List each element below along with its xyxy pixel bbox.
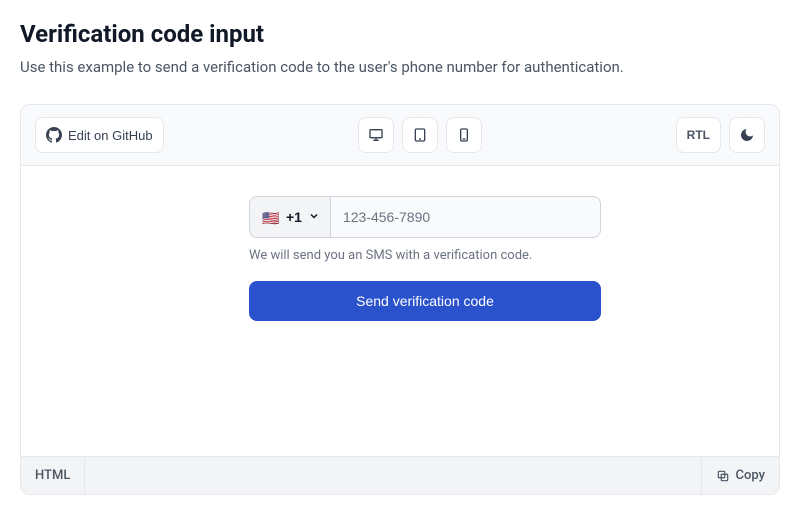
dark-mode-toggle-button[interactable]: [729, 117, 765, 153]
tablet-viewport-button[interactable]: [402, 117, 438, 153]
copy-icon: [716, 469, 730, 483]
card-footer: HTML Copy: [21, 456, 779, 494]
rtl-toggle-button[interactable]: RTL: [676, 117, 721, 153]
desktop-viewport-button[interactable]: [358, 117, 394, 153]
chevron-down-icon: [308, 209, 320, 225]
code-tab-html[interactable]: HTML: [21, 457, 85, 494]
country-code-dropdown[interactable]: 🇺🇸 +1: [249, 196, 330, 238]
rtl-label: RTL: [687, 128, 710, 142]
page-title: Verification code input: [20, 20, 780, 48]
moon-icon: [739, 127, 755, 143]
phone-input-group: 🇺🇸 +1: [249, 196, 601, 238]
code-tab-label: HTML: [35, 468, 70, 483]
copy-button[interactable]: Copy: [701, 457, 779, 494]
edit-on-github-button[interactable]: Edit on GitHub: [35, 117, 164, 153]
flag-icon: 🇺🇸: [262, 211, 280, 224]
country-code-label: +1: [286, 209, 302, 225]
copy-label: Copy: [736, 468, 765, 483]
phone-number-input[interactable]: [330, 196, 601, 238]
helper-text: We will send you an SMS with a verificat…: [249, 248, 601, 263]
github-icon: [46, 127, 62, 143]
desktop-icon: [368, 127, 384, 143]
demo-card: Edit on GitHub RTL: [20, 104, 780, 495]
edit-on-github-label: Edit on GitHub: [68, 128, 153, 143]
mobile-icon: [456, 127, 472, 143]
send-verification-button[interactable]: Send verification code: [249, 281, 601, 321]
viewport-toggle-group: [358, 117, 482, 153]
preview-area: 🇺🇸 +1 We will send you an SMS with a ver…: [21, 166, 779, 456]
toolbar-right-group: RTL: [676, 117, 765, 153]
mobile-viewport-button[interactable]: [446, 117, 482, 153]
tablet-icon: [412, 127, 428, 143]
page-subtitle: Use this example to send a verification …: [20, 58, 780, 76]
card-toolbar: Edit on GitHub RTL: [21, 105, 779, 166]
verification-form: 🇺🇸 +1 We will send you an SMS with a ver…: [249, 196, 601, 321]
